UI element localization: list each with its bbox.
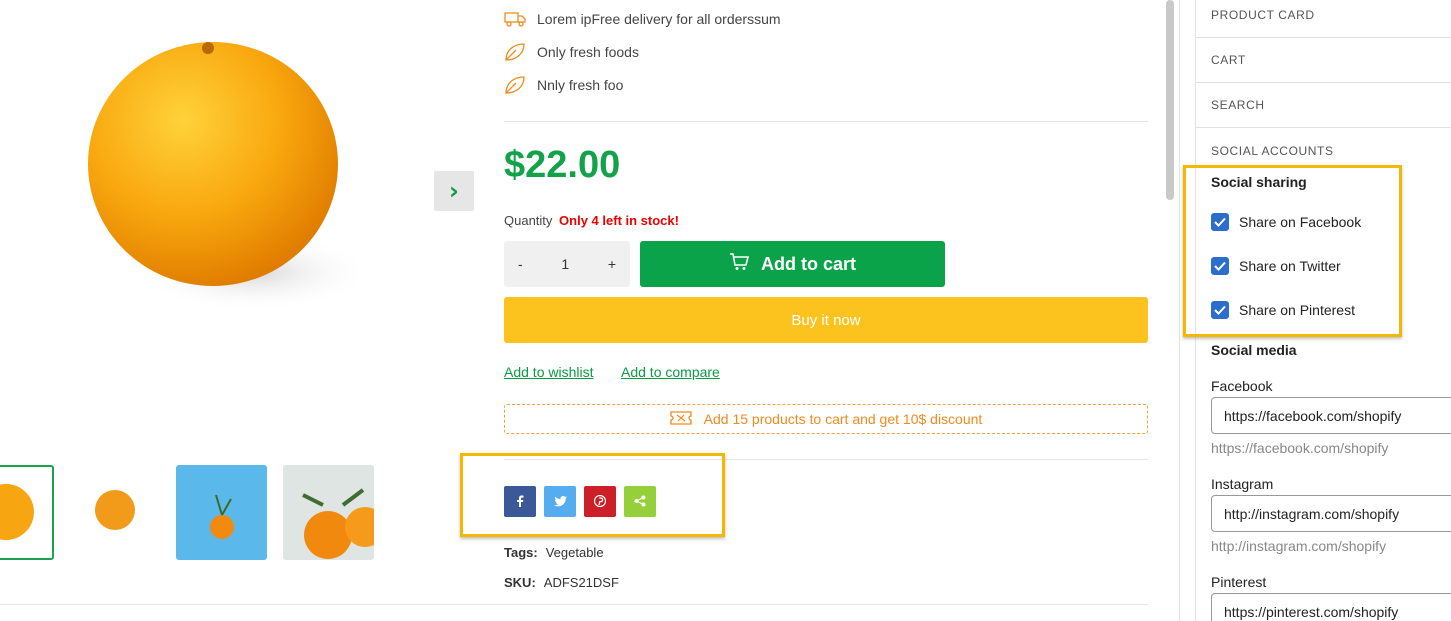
add-to-compare-link[interactable]: Add to compare <box>621 364 720 380</box>
tag-value[interactable]: Vegetable <box>546 545 604 560</box>
feature-text: Only fresh foods <box>537 44 639 60</box>
chevron-right-icon: › <box>449 177 459 205</box>
twitter-share-button[interactable] <box>544 486 576 517</box>
product-price: $22.00 <box>504 144 621 186</box>
sidebar-item-product-card[interactable]: PRODUCT CARD <box>1196 0 1451 38</box>
instagram-field-help: http://instagram.com/shopify <box>1211 538 1387 554</box>
feature-fresh-2: Nnly fresh foo <box>504 75 623 95</box>
share-icon <box>634 492 646 511</box>
feature-fresh: Only fresh foods <box>504 42 639 62</box>
product-tags: Tags: Vegetable <box>504 545 604 560</box>
instagram-url-input[interactable]: http://instagram.com/shopify <box>1211 495 1451 532</box>
cart-icon <box>729 252 761 276</box>
ticket-icon <box>670 410 704 428</box>
stock-status: Only 4 left in stock! <box>559 213 679 228</box>
product-main-image <box>78 32 373 332</box>
checkbox-label: Share on Facebook <box>1239 214 1362 230</box>
pinterest-url-input[interactable]: https://pinterest.com/shopify <box>1211 593 1451 621</box>
facebook-url-input[interactable]: https://facebook.com/shopify <box>1211 397 1451 434</box>
social-media-heading: Social media <box>1211 342 1297 358</box>
page-scrollbar[interactable] <box>1166 0 1174 200</box>
buy-now-button[interactable]: Buy it now <box>504 297 1148 343</box>
twitter-icon <box>553 492 567 511</box>
checkbox-checked-icon <box>1211 213 1229 231</box>
feature-text: Nnly fresh foo <box>537 77 624 93</box>
checkbox-label: Share on Twitter <box>1239 258 1341 274</box>
gallery-next-button[interactable]: › <box>434 171 474 211</box>
social-sharing-heading: Social sharing <box>1211 174 1307 190</box>
checkbox-label: Share on Pinterest <box>1239 302 1355 318</box>
share-pinterest-checkbox[interactable]: Share on Pinterest <box>1211 301 1355 319</box>
facebook-share-button[interactable] <box>504 486 536 517</box>
section-divider <box>0 604 1148 605</box>
feature-delivery: Lorem ipFree delivery for all orderssum <box>504 9 781 29</box>
share-twitter-checkbox[interactable]: Share on Twitter <box>1211 257 1341 275</box>
sidebar-item-search[interactable]: SEARCH <box>1196 83 1451 128</box>
decrease-button[interactable]: - <box>518 256 523 272</box>
quantity-line: Quantity Only 4 left in stock! <box>504 213 679 228</box>
checkbox-checked-icon <box>1211 257 1229 275</box>
thumbnail-4[interactable] <box>283 465 374 560</box>
product-sku: SKU: ADFS21DSF <box>504 575 619 590</box>
tags-label: Tags: <box>504 545 538 560</box>
increase-button[interactable]: + <box>608 256 616 272</box>
facebook-icon <box>516 492 524 511</box>
pinterest-field-label: Pinterest <box>1211 574 1267 590</box>
sku-value: ADFS21DSF <box>543 575 619 590</box>
leaf-icon <box>504 42 526 62</box>
checkbox-checked-icon <box>1211 301 1229 319</box>
add-to-wishlist-link[interactable]: Add to wishlist <box>504 364 593 380</box>
feature-text: Lorem ipFree delivery for all orderssum <box>537 11 781 27</box>
thumbnail-1[interactable] <box>0 465 54 560</box>
quantity-value[interactable]: 1 <box>561 256 569 272</box>
quantity-stepper[interactable]: - 1 + <box>504 241 630 287</box>
truck-icon <box>504 9 526 29</box>
share-facebook-checkbox[interactable]: Share on Facebook <box>1211 213 1361 231</box>
add-to-cart-label: Add to cart <box>760 253 856 274</box>
thumbnail-3[interactable] <box>176 465 267 560</box>
panel-divider <box>1179 0 1180 621</box>
pinterest-icon <box>593 492 607 511</box>
pinterest-share-button[interactable] <box>584 486 616 517</box>
leaf-icon <box>504 75 526 95</box>
sku-label: SKU: <box>504 575 536 590</box>
sidebar-item-cart[interactable]: CART <box>1196 38 1451 83</box>
generic-share-button[interactable] <box>624 486 656 517</box>
divider <box>504 121 1148 122</box>
instagram-field-label: Instagram <box>1211 476 1274 492</box>
facebook-field-help: https://facebook.com/shopify <box>1211 440 1389 456</box>
thumbnail-2[interactable] <box>72 465 163 560</box>
quantity-label: Quantity <box>504 213 553 228</box>
discount-banner: Add 15 products to cart and get 10$ disc… <box>504 404 1148 434</box>
facebook-field-label: Facebook <box>1211 378 1273 394</box>
add-to-cart-button[interactable]: Add to cart <box>640 241 945 287</box>
discount-text: Add 15 products to cart and get 10$ disc… <box>703 411 983 427</box>
